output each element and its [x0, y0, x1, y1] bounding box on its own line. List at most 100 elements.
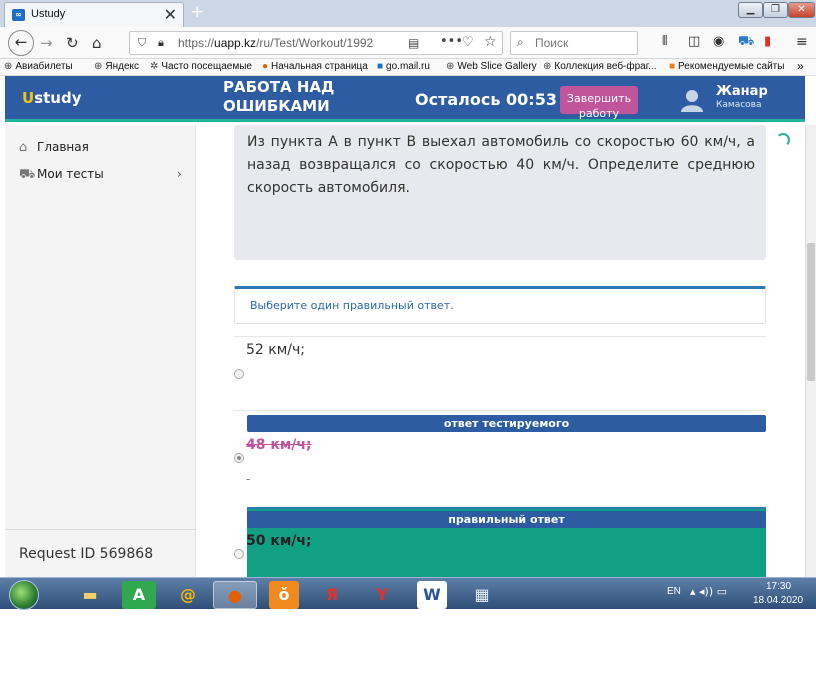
sidebar-toggle-icon[interactable]: ◫ — [688, 34, 700, 49]
pocket-icon[interactable]: ♡ — [462, 35, 474, 50]
screen: ∞ Ustudy ✕ + ▁ ❐ ✕ ← → ↻ ⌂ ⛉ 🔒︎ https://… — [0, 0, 816, 676]
request-id: Request ID 569868 — [19, 546, 154, 562]
question-text: Из пункта А в пункт В выехал автомобиль … — [247, 134, 755, 196]
bookmark-item[interactable]: ⊕ Авиабилеты — [4, 61, 73, 72]
language-indicator[interactable]: EN — [667, 586, 681, 597]
bookmark-item[interactable]: ⊕ Коллекция веб-фраг... — [543, 61, 657, 72]
bookmark-item[interactable]: ⊕ Web Slice Gallery — [446, 61, 537, 72]
sidebar-item-my-tests[interactable]: ⛟ Мои тесты — [19, 167, 104, 184]
finish-button-label: Завершить работу — [566, 92, 632, 120]
odnoklassniki-icon[interactable]: ǒ — [269, 581, 299, 609]
clock-time[interactable]: 17:30 — [766, 581, 791, 592]
sidebar-item-home[interactable]: ⌂ Главная — [19, 140, 89, 155]
account-icon[interactable]: ◉ — [713, 34, 724, 49]
search-icon: ⌕ — [517, 35, 524, 49]
tab-title: Ustudy — [31, 8, 66, 20]
word-icon[interactable]: W — [417, 581, 447, 609]
search-bar[interactable]: ⌕ Поиск — [510, 31, 638, 55]
user-surname: Камасова — [716, 100, 762, 110]
sidebar-divider — [5, 529, 196, 530]
answer-divider — [234, 410, 766, 411]
answer-option-1-radio[interactable] — [234, 369, 244, 379]
scrollbar-thumb[interactable] — [807, 243, 815, 381]
library-icon[interactable]: ⫴ — [662, 34, 667, 49]
bookmark-item[interactable]: ■ Рекомендуемые сайты — [669, 61, 784, 72]
window-minimize-button[interactable]: ▁ — [738, 2, 763, 18]
back-arrow-icon[interactable]: ← — [8, 30, 34, 56]
bookmark-icon: ■ — [669, 61, 676, 72]
bookmarks-overflow-icon[interactable]: » — [797, 59, 804, 73]
site-logo[interactable]: Ustudy — [22, 89, 81, 107]
testee-answer-banner: ответ тестируемого — [247, 415, 766, 432]
yandex-browser-icon[interactable]: Y — [360, 581, 404, 609]
start-menu-button[interactable] — [9, 580, 39, 610]
new-tab-icon[interactable]: + — [190, 2, 204, 22]
window-maximize-button[interactable]: ❐ — [763, 2, 788, 18]
user-avatar-icon[interactable] — [680, 88, 704, 112]
mail-agent-icon[interactable]: @ — [166, 581, 210, 609]
os-taskbar: ▬ A @ ● ǒ Я Y W ▦ EN ▴ ◂)) ▭ 17:30 18.04… — [0, 577, 816, 610]
tray-icons[interactable]: ▴ ◂)) ▭ — [690, 585, 727, 598]
user-name[interactable]: Жанар — [716, 84, 768, 99]
correct-answer-banner: правильный ответ — [247, 511, 766, 528]
answer-dash: - — [246, 472, 251, 486]
globe-icon: ⊕ — [4, 61, 13, 72]
window-close-button[interactable]: ✕ — [788, 2, 815, 18]
tab-close-icon[interactable]: ✕ — [164, 5, 177, 24]
reload-icon[interactable]: ↻ — [66, 34, 79, 52]
browser-tab[interactable]: ∞ Ustudy ✕ — [4, 2, 184, 27]
finish-work-button[interactable]: Завершить работу кин — [560, 86, 638, 135]
menu-icon[interactable]: ≡ — [796, 34, 808, 50]
instruction-text: Выберите один правильный ответ. — [250, 299, 454, 312]
globe-icon: ⊕ — [94, 61, 103, 72]
bookmark-star-icon[interactable]: ☆ — [484, 34, 497, 50]
url-bar[interactable]: ⛉ 🔒︎ https://uapp.kz/ru/Test/Workout/199… — [129, 31, 503, 55]
sidebar-item-label: Главная — [37, 140, 89, 154]
chevron-right-icon[interactable]: › — [177, 167, 182, 181]
calculator-icon[interactable]: ▦ — [460, 581, 504, 609]
browser-tab-bar: ∞ Ustudy ✕ + ▁ ❐ ✕ — [0, 0, 816, 27]
file-explorer-icon[interactable]: ▬ — [68, 581, 112, 609]
cart-addon-icon[interactable]: ⛟ — [738, 34, 754, 51]
countdown-timer: Осталось 00:53 — [415, 90, 557, 109]
cart-icon: ⛟ — [19, 167, 36, 182]
search-placeholder: Поиск — [535, 36, 569, 50]
home-icon: ⌂ — [19, 140, 28, 155]
page-title: РАБОТА НАД ОШИБКАМИ — [223, 78, 335, 115]
reader-view-icon[interactable]: ▤ — [408, 36, 419, 50]
loading-spinner-icon — [776, 133, 790, 147]
bookmark-item[interactable]: ✲ Часто посещаемые — [150, 61, 252, 72]
answer-option-3-radio[interactable] — [234, 549, 244, 559]
addon-flag-icon[interactable]: ▮ — [764, 34, 771, 49]
globe-icon: ⊕ — [543, 61, 552, 72]
answer-option-1-text: 52 км/ч; — [246, 342, 305, 358]
home-icon[interactable]: ⌂ — [92, 34, 102, 52]
answer-option-2-text: 48 км/ч; — [246, 437, 312, 453]
site-header: Ustudy РАБОТА НАД ОШИБКАМИ Осталось 00:5… — [5, 76, 805, 135]
url-text[interactable]: https://uapp.kz/ru/Test/Workout/1992 — [178, 36, 373, 50]
sidebar-item-label: Мои тесты — [37, 167, 104, 181]
question-card: Из пункта А в пункт В выехал автомобиль … — [234, 125, 766, 260]
browser-nav-bar: ← → ↻ ⌂ ⛉ 🔒︎ https://uapp.kz/ru/Test/Wor… — [0, 27, 816, 59]
shield-icon[interactable]: ⛉ — [138, 36, 146, 50]
page-actions-icon[interactable]: ••• — [440, 34, 463, 49]
bookmark-item[interactable]: ● Начальная страница — [262, 61, 368, 72]
app-a-icon[interactable]: A — [122, 581, 156, 609]
bookmarks-bar: ⊕ Авиабилеты ⊕ Яндекс ✲ Часто посещаемые ● Н… — [0, 59, 816, 76]
sidebar: ⌂ Главная ⛟ Мои тесты › Request ID 569868 — [5, 125, 196, 577]
gear-icon: ✲ — [150, 61, 159, 72]
answer-divider — [234, 336, 766, 337]
clock-date[interactable]: 18.04.2020 — [753, 595, 803, 606]
bookmark-item[interactable]: ■ go.mail.ru — [377, 61, 430, 72]
answer-option-3-text: 50 км/ч; — [246, 533, 312, 549]
yandex-icon[interactable]: Я — [310, 581, 354, 609]
bookmark-item[interactable]: ⊕ Яндекс — [94, 61, 139, 72]
page-scrollbar[interactable] — [805, 125, 816, 577]
firefox-taskbar-icon[interactable]: ● — [213, 581, 257, 609]
instruction-box: Выберите один правильный ответ. — [234, 286, 766, 324]
globe-icon: ⊕ — [446, 61, 455, 72]
firefox-icon: ● — [262, 61, 269, 72]
forward-arrow-icon[interactable]: → — [40, 34, 53, 52]
search-icon: ■ — [377, 61, 384, 72]
answer-option-2-radio[interactable] — [234, 453, 244, 463]
